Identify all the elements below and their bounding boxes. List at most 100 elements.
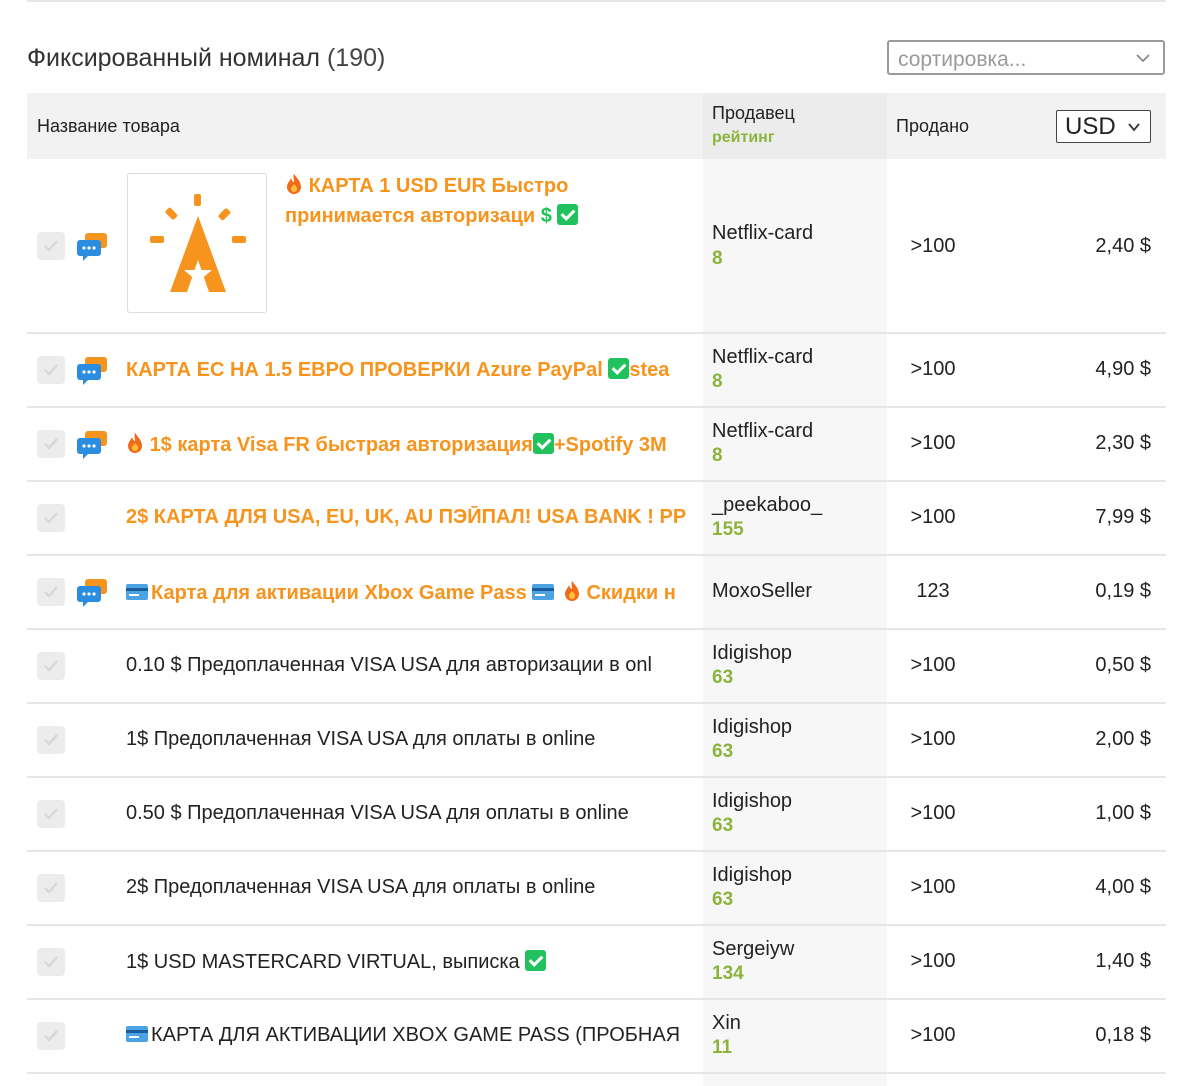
select-checkbox[interactable] — [37, 578, 65, 606]
column-header-sold[interactable]: Продано — [896, 116, 969, 137]
currency-select[interactable]: USD — [1056, 110, 1151, 143]
product-title[interactable]: КАРТА 1 USD EUR Быстро — [285, 173, 705, 198]
seller-rating: 63 — [712, 667, 734, 688]
sold-count: >100 — [910, 876, 956, 898]
table-row[interactable]: Карта для активации Xbox Game Pass Скидк… — [27, 556, 1166, 630]
sold-count: >100 — [910, 802, 956, 824]
seller-rating: 8 — [712, 371, 723, 392]
price: 2,40 $ — [1095, 235, 1151, 257]
sold-count: >100 — [910, 1024, 956, 1046]
table-row[interactable]: 1$ карта Visa FR быстрая авторизация +Spo… — [27, 408, 1166, 482]
select-checkbox[interactable] — [37, 430, 65, 458]
chat-icon[interactable] — [75, 577, 109, 609]
table-row[interactable]: 2$ Предоплаченная VISA USA для оплаты в … — [27, 852, 1166, 926]
table-row[interactable]: 1$ USD MASTERCARD VIRTUAL, выписка Serge… — [27, 926, 1166, 1000]
select-checkbox[interactable] — [37, 948, 65, 976]
select-checkbox[interactable] — [37, 356, 65, 384]
product-title[interactable]: Карта для активации Xbox Game Pass Скидк… — [126, 580, 699, 605]
seller-rating: 63 — [712, 741, 734, 762]
seller-name[interactable]: Netflix-card — [712, 346, 813, 369]
product-title-tail: +Spotify 3M — [553, 434, 667, 456]
product-title-text: 1$ USD MASTERCARD VIRTUAL, выписка — [126, 951, 520, 973]
column-header-name[interactable]: Название товара — [37, 116, 180, 137]
price: 7,99 $ — [1095, 506, 1151, 528]
chat-icon[interactable] — [75, 355, 109, 387]
seller-name[interactable]: _peekaboo_ — [712, 494, 822, 517]
select-checkbox[interactable] — [37, 652, 65, 680]
sold-count: >100 — [910, 506, 956, 528]
table-header: Название товара Продавец рейтинг Продано… — [27, 93, 1166, 159]
select-checkbox[interactable] — [37, 874, 65, 902]
table-row[interactable]: 1$ Предоплаченная VISA USA для оплаты в … — [27, 704, 1166, 778]
seller-name[interactable]: Sergeiyw — [712, 938, 794, 961]
product-logo-icon — [150, 194, 246, 292]
product-title[interactable]: 0.10 $ Предоплаченная VISA USA для автор… — [126, 654, 699, 677]
select-checkbox[interactable] — [37, 232, 65, 260]
check-mark-icon — [608, 358, 630, 379]
currency-value: USD — [1065, 113, 1116, 140]
table-row[interactable]: КАРТА ДЛЯ АКТИВАЦИИ XBOX GAME PASS (ПРОБ… — [27, 1000, 1166, 1074]
table-row[interactable]: 2$ КАРТА ДЛЯ USA, EU, UK, AU ПЭЙПАЛ! USA… — [27, 482, 1166, 556]
seller-name[interactable]: Netflix-card — [712, 420, 813, 443]
select-checkbox[interactable] — [37, 1022, 65, 1050]
select-checkbox[interactable] — [37, 800, 65, 828]
sold-count: >100 — [910, 950, 956, 972]
product-title-tail: stea — [629, 359, 670, 381]
product-title-line1: КАРТА 1 USD EUR Быстро — [308, 175, 569, 197]
product-image[interactable] — [127, 173, 267, 313]
sold-count: >100 — [910, 235, 956, 257]
dollar-sign: $ — [540, 205, 552, 227]
seller-name[interactable]: MoxoSeller — [712, 580, 812, 603]
product-title-text: 1$ карта Visa FR быстрая авторизация — [149, 434, 533, 456]
seller-name[interactable]: Xin — [712, 1012, 741, 1035]
price: 1,00 $ — [1095, 802, 1151, 824]
price: 0,19 $ — [1095, 580, 1151, 602]
product-title-text: КАРТА ЕС НА 1.5 ЕВРО ПРОВЕРКИ Azure PayP… — [126, 359, 603, 381]
column-header-rating[interactable]: рейтинг — [712, 129, 775, 147]
product-title-text: 1$ Предоплаченная VISA USA для оплаты в … — [126, 728, 596, 750]
select-checkbox[interactable] — [37, 726, 65, 754]
chat-icon[interactable] — [75, 429, 109, 461]
check-mark-icon — [532, 433, 554, 454]
product-title[interactable]: КАРТА ДЛЯ АКТИВАЦИИ XBOX GAME PASS (ПРОБ… — [126, 1024, 699, 1047]
page-title: Фиксированный номинал (190) — [27, 44, 385, 73]
product-title[interactable]: 0.50 $ Предоплаченная VISA USA для оплат… — [126, 802, 699, 825]
seller-name[interactable]: Idigishop — [712, 642, 792, 665]
fire-icon — [128, 433, 142, 453]
sold-count: 123 — [916, 580, 950, 602]
table-row[interactable]: 0.50 $ Предоплаченная VISA USA для оплат… — [27, 778, 1166, 852]
price: 1,40 $ — [1095, 950, 1151, 972]
check-mark-icon — [525, 950, 547, 971]
table-row[interactable]: КАРТА ЕС НА 1.5 ЕВРО ПРОВЕРКИ Azure PayP… — [27, 334, 1166, 408]
seller-rating: 63 — [712, 889, 734, 910]
seller-name[interactable]: Idigishop — [712, 864, 792, 887]
sold-count: >100 — [910, 358, 956, 380]
product-title-cont[interactable]: принимается авторизаци $ — [285, 204, 705, 228]
product-title[interactable]: 2$ КАРТА ДЛЯ USA, EU, UK, AU ПЭЙПАЛ! USA… — [126, 506, 699, 529]
seller-rating: 155 — [712, 519, 744, 540]
sort-select[interactable]: сортировка... — [887, 40, 1165, 75]
table-row[interactable]: КАРТА 1 USD EUR Быстро принимается автор… — [27, 159, 1166, 334]
product-title[interactable]: 1$ USD MASTERCARD VIRTUAL, выписка — [126, 950, 699, 974]
product-title[interactable]: 1$ Предоплаченная VISA USA для оплаты в … — [126, 728, 699, 751]
check-mark-icon — [557, 204, 579, 225]
seller-rating: 11 — [712, 1037, 733, 1058]
product-title-text: 2$ Предоплаченная VISA USA для оплаты в … — [126, 876, 596, 898]
seller-rating: 134 — [712, 963, 744, 984]
product-title[interactable]: 2$ Предоплаченная VISA USA для оплаты в … — [126, 876, 699, 899]
chat-icon[interactable] — [75, 231, 109, 263]
price: 2,00 $ — [1095, 728, 1151, 750]
chevron-down-icon — [1128, 123, 1140, 132]
product-title-text: 0.50 $ Предоплаченная VISA USA для оплат… — [126, 802, 629, 824]
product-title-text: Карта для активации Xbox Game Pass — [151, 582, 527, 604]
product-title[interactable]: 1$ карта Visa FR быстрая авторизация +Spo… — [126, 432, 699, 457]
product-title[interactable]: КАРТА ЕС НА 1.5 ЕВРО ПРОВЕРКИ Azure PayP… — [126, 358, 699, 382]
seller-name[interactable]: Idigishop — [712, 790, 792, 813]
seller-name[interactable]: Netflix-card — [712, 222, 813, 245]
table-row[interactable]: 0.10 $ Предоплаченная VISA USA для автор… — [27, 630, 1166, 704]
fire-icon — [564, 581, 579, 601]
select-checkbox[interactable] — [37, 504, 65, 532]
seller-name[interactable]: Idigishop — [712, 716, 792, 739]
product-title-text: 2$ КАРТА ДЛЯ USA, EU, UK, AU ПЭЙПАЛ! USA… — [126, 506, 687, 528]
column-header-seller[interactable]: Продавец — [712, 103, 795, 124]
